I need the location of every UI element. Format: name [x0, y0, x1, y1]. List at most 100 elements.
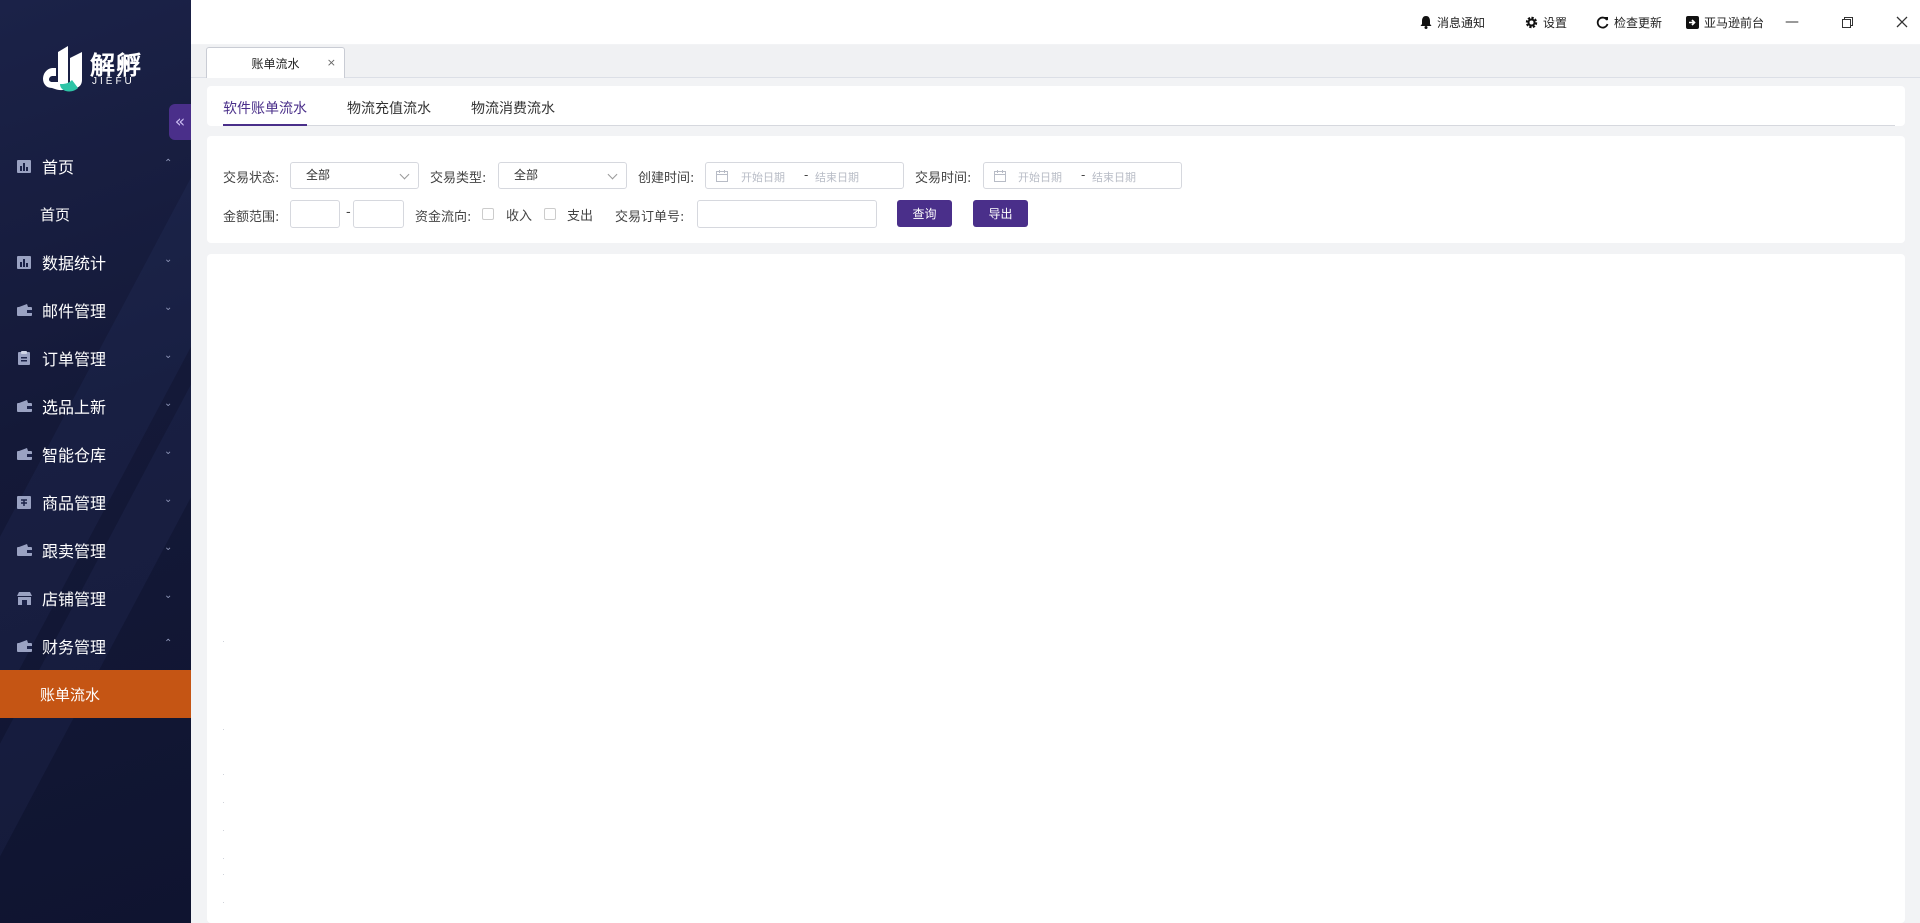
store-icon: [16, 591, 32, 605]
trade-time-label: 交易时间:: [915, 171, 972, 186]
minimize-icon: —: [1785, 14, 1799, 30]
app-logo: 解孵 JIEFU: [38, 38, 158, 98]
settings-label: 设置: [1543, 16, 1568, 30]
double-chevron-left-icon: «: [174, 112, 186, 132]
loading-artifact: [223, 802, 224, 803]
subtabs-card: 软件账单流水 物流充值流水 物流消费流水: [207, 86, 1905, 126]
close-window-button[interactable]: [1891, 11, 1913, 33]
chevron-down-icon: ⌄: [164, 446, 173, 457]
chevron-down-icon: ⌄: [164, 302, 173, 313]
minimize-button[interactable]: —: [1781, 11, 1803, 33]
close-tab-icon[interactable]: ×: [327, 56, 336, 69]
income-label[interactable]: 收入: [506, 205, 532, 224]
created-end-date-placeholder: 结束日期: [815, 171, 859, 184]
type-select-value: 全部: [514, 168, 539, 182]
order-number-label: 交易订单号:: [615, 210, 685, 225]
income-checkbox[interactable]: [482, 208, 494, 220]
bar-chart-icon: [16, 159, 32, 173]
status-label: 交易状态:: [223, 171, 280, 186]
amount-min-input[interactable]: [290, 200, 340, 228]
date-separator: -: [804, 168, 809, 182]
menu-item-label: 账单流水: [40, 685, 101, 704]
menu-item-home[interactable]: 首页: [0, 190, 191, 238]
chevron-down-icon: ⌄: [164, 542, 173, 553]
subtab-logistics-consumption-flow[interactable]: 物流消费流水: [471, 98, 555, 118]
menu-item-label: 首页: [40, 205, 71, 224]
amount-max-input[interactable]: [353, 200, 404, 228]
subtab-software-bill-flow[interactable]: 软件账单流水: [223, 98, 307, 118]
enter-icon: [1686, 16, 1699, 29]
restore-icon: [1841, 16, 1853, 28]
trade-start-date-placeholder: 开始日期: [1018, 171, 1062, 184]
expense-label[interactable]: 支出: [567, 205, 593, 224]
trade-time-range-picker[interactable]: 开始日期 - 结束日期: [983, 162, 1182, 189]
order-number-input[interactable]: [697, 200, 877, 228]
settings-button[interactable]: 设置: [1525, 14, 1567, 31]
results-area: [207, 254, 1905, 923]
check-update-button[interactable]: 检查更新: [1596, 14, 1662, 31]
notifications-button[interactable]: 消息通知: [1420, 14, 1485, 31]
status-select[interactable]: 全部: [290, 162, 419, 189]
menu-group-product-selection[interactable]: 选品上新 ⌄: [0, 382, 191, 430]
menu-group-label: 数据统计: [42, 254, 107, 273]
menu-group-finance[interactable]: 财务管理 ⌃: [0, 622, 191, 670]
loading-artifact: [223, 729, 224, 730]
loading-artifact: [223, 858, 224, 859]
bell-icon: [1420, 16, 1432, 29]
expense-checkbox[interactable]: [544, 208, 556, 220]
loading-artifact: [223, 774, 224, 775]
chevron-down-icon: ⌄: [164, 398, 173, 409]
menu-group-mail[interactable]: 邮件管理 ⌄: [0, 286, 191, 334]
export-button[interactable]: 导出: [973, 200, 1028, 227]
menu-group-label: 订单管理: [42, 350, 107, 369]
created-time-label: 创建时间:: [638, 171, 695, 186]
menu-group-label: 首页: [42, 158, 75, 177]
subtab-logistics-recharge-flow[interactable]: 物流充值流水: [347, 98, 431, 118]
menu-group-label: 店铺管理: [42, 590, 107, 609]
calendar-icon: [994, 170, 1006, 182]
menu-group-home[interactable]: 首页 ⌃: [0, 142, 191, 190]
menu-group-follow-sell[interactable]: 跟卖管理 ⌄: [0, 526, 191, 574]
menu-group-label: 智能仓库: [42, 446, 107, 465]
close-icon: [1896, 16, 1908, 28]
amount-separator: -: [346, 205, 351, 220]
query-button[interactable]: 查询: [897, 200, 952, 227]
sidebar-collapse-button[interactable]: «: [169, 104, 191, 140]
chevron-down-icon: ⌄: [164, 254, 173, 265]
amazon-frontend-button[interactable]: 亚马逊前台: [1686, 14, 1764, 31]
loading-artifact: [223, 874, 224, 875]
status-select-value: 全部: [306, 168, 331, 182]
page-tab-bill-flow[interactable]: 账单流水 ×: [206, 47, 345, 78]
clipboard-icon: [16, 351, 32, 365]
notifications-label: 消息通知: [1437, 16, 1486, 30]
page-tabs-bar: 账单流水 ×: [191, 45, 1920, 78]
menu-group-smart-warehouse[interactable]: 智能仓库 ⌄: [0, 430, 191, 478]
menu-group-label: 商品管理: [42, 494, 107, 513]
logo-subtitle: JIEFU: [92, 76, 135, 87]
page-tab-label: 账单流水: [251, 56, 300, 71]
wallet-icon: [16, 447, 32, 461]
subtabs-divider: [223, 125, 1895, 126]
wallet-icon: [16, 543, 32, 557]
check-update-label: 检查更新: [1614, 16, 1663, 30]
type-select[interactable]: 全部: [498, 162, 627, 189]
menu-group-products[interactable]: 商品管理 ⌄: [0, 478, 191, 526]
chevron-down-icon: ⌄: [164, 350, 173, 361]
amazon-frontend-label: 亚马逊前台: [1704, 16, 1765, 30]
created-start-date-placeholder: 开始日期: [741, 171, 785, 184]
created-time-range-picker[interactable]: 开始日期 - 结束日期: [705, 162, 904, 189]
filter-panel: 交易状态: 全部 交易类型: 全部 创建时间: 开始日期 - 结束日期 交易时间…: [207, 136, 1905, 243]
bar-chart-icon: [16, 255, 32, 269]
menu-item-bill-flow[interactable]: 账单流水: [0, 670, 191, 718]
chevron-down-icon: [399, 169, 410, 180]
trade-end-date-placeholder: 结束日期: [1092, 171, 1136, 184]
restore-button[interactable]: [1836, 11, 1858, 33]
chevron-down-icon: ⌄: [164, 590, 173, 601]
menu-group-label: 邮件管理: [42, 302, 107, 321]
loading-artifact: [223, 641, 224, 642]
menu-group-orders[interactable]: 订单管理 ⌄: [0, 334, 191, 382]
amount-range-label: 金额范围:: [223, 210, 280, 225]
menu-group-stores[interactable]: 店铺管理 ⌄: [0, 574, 191, 622]
menu-group-data-stats[interactable]: 数据统计 ⌄: [0, 238, 191, 286]
product-icon: [16, 495, 32, 509]
